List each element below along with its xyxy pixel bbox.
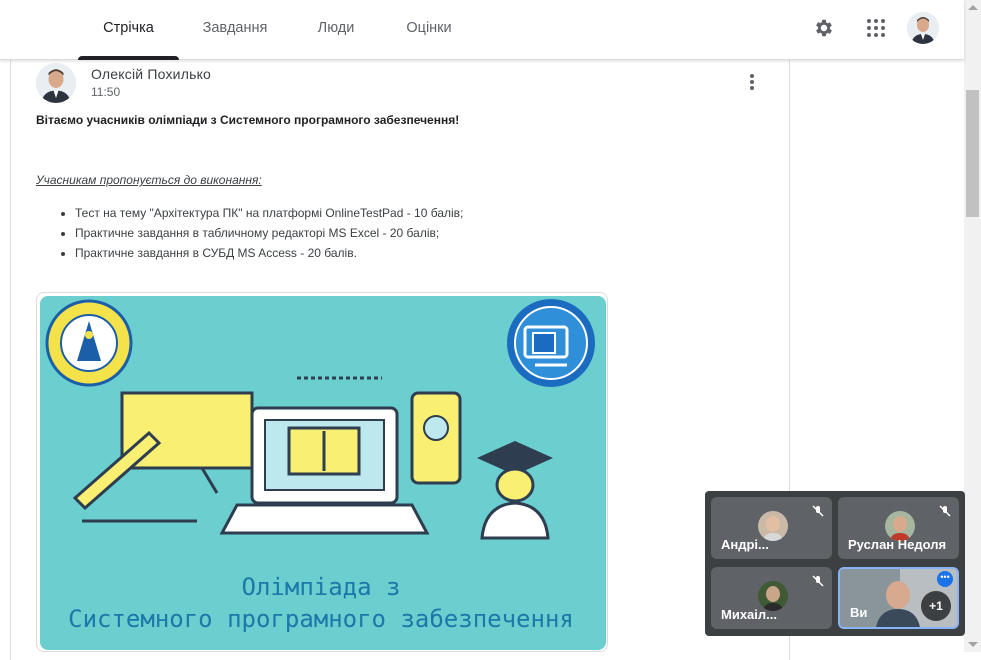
participant-name: Андрі... [721, 537, 769, 552]
tab-grades[interactable]: Оцінки [392, 0, 466, 59]
post-headline: Вітаємо учасників олімпіади з Системного… [36, 113, 460, 127]
self-video-tile[interactable]: ••• Ви +1 [838, 567, 959, 629]
tab-people[interactable]: Люди [300, 0, 372, 59]
more-options-icon[interactable]: ••• [937, 571, 953, 587]
list-item: Практичне завдання в СУБД MS Access - 20… [75, 246, 463, 266]
banner-title-line2: Системного програмного забезпечення [68, 605, 574, 633]
college-logo [45, 299, 133, 387]
participant-name: Михаіл... [721, 607, 777, 622]
participant-tile[interactable]: Михаіл... [711, 567, 832, 629]
participant-name: Ви [850, 605, 868, 620]
participant-name: Руслан Недоля [848, 537, 947, 552]
participant-tile[interactable]: Андрі... [711, 497, 832, 559]
scroll-thumb[interactable] [966, 90, 979, 217]
participant-tile[interactable]: Руслан Недоля [838, 497, 959, 559]
list-item: Практичне завдання в табличному редактор… [75, 226, 463, 246]
scroll-up-arrow-icon[interactable] [968, 5, 978, 10]
mic-off-icon [812, 505, 824, 517]
meet-participants-panel: Андрі... Руслан Недоля Михаіл... ••• Ви … [705, 491, 965, 636]
mic-off-icon [939, 505, 951, 517]
more-options-icon[interactable] [746, 72, 758, 94]
gear-icon[interactable] [808, 12, 840, 44]
ki-badge-logo [507, 299, 595, 387]
task-list: Тест на тему "Архітектура ПК" на платфор… [75, 206, 463, 266]
tab-stream[interactable]: Стрічка [78, 0, 179, 60]
page-scrollbar[interactable] [964, 0, 981, 652]
banner-title-line1: Олімпіада з [241, 573, 401, 601]
post-author-name: Олексій Похилько [91, 66, 212, 82]
mic-off-icon [812, 575, 824, 587]
post-subheading: Учасникам пропонується до виконання: [36, 173, 262, 187]
author-avatar[interactable] [36, 63, 76, 103]
top-navigation-bar: Стрічка Завдання Люди Оцінки [0, 0, 964, 60]
tab-classwork[interactable]: Завдання [190, 0, 280, 59]
olympiad-banner-image[interactable]: Олімпіада з Системного програмного забез… [36, 292, 608, 652]
list-item: Тест на тему "Архітектура ПК" на платфор… [75, 206, 463, 226]
extra-participants-badge[interactable]: +1 [921, 591, 951, 621]
announcement-card: Олексій Похилько 11:50 Вітаємо учасників… [10, 60, 790, 660]
scroll-down-arrow-icon[interactable] [968, 642, 978, 647]
post-timestamp: 11:50 [91, 85, 121, 99]
account-avatar[interactable] [907, 12, 939, 44]
apps-grid-icon[interactable] [860, 12, 892, 44]
